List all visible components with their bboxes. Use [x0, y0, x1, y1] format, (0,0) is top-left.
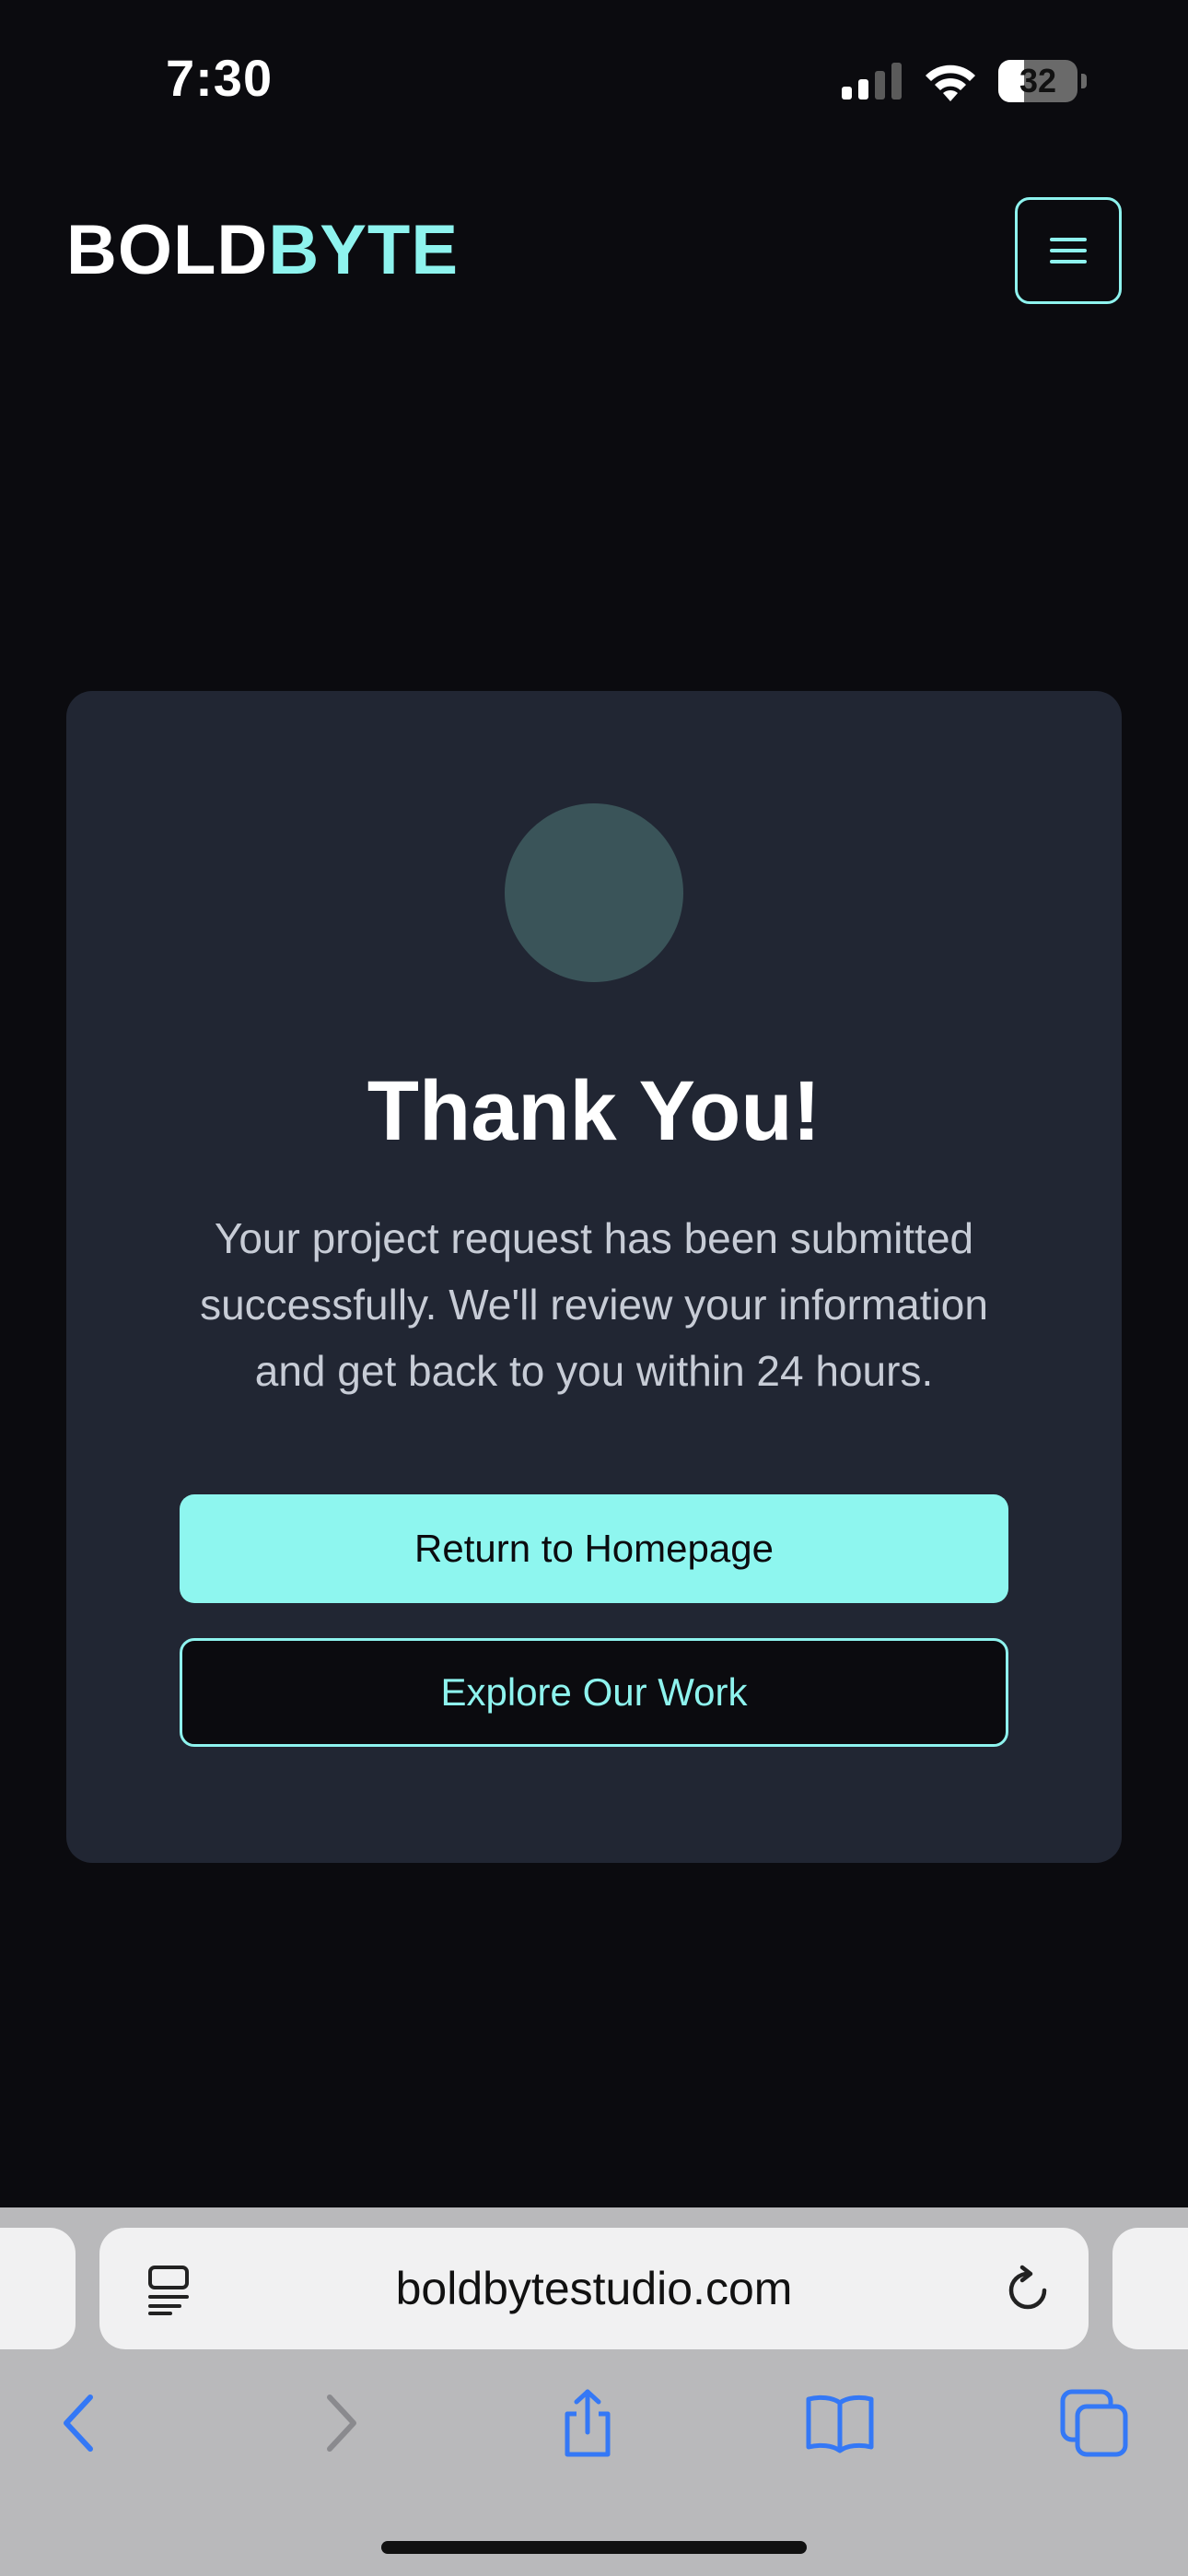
card-title: Thank You!: [367, 1064, 821, 1158]
home-indicator: [381, 2541, 807, 2554]
forward-icon[interactable]: [304, 2388, 374, 2458]
next-tab-peek[interactable]: [1112, 2228, 1188, 2349]
status-icons: 32: [842, 55, 1087, 107]
return-homepage-button[interactable]: Return to Homepage: [180, 1494, 1008, 1603]
explore-work-button[interactable]: Explore Our Work: [180, 1638, 1008, 1747]
wifi-icon: [926, 64, 975, 101]
menu-button[interactable]: [1015, 197, 1122, 304]
screen: 7:30 32 BOLDBYTE Thank You! Your project…: [0, 0, 1188, 2576]
cellular-signal-icon: [842, 63, 902, 100]
share-icon[interactable]: [553, 2388, 623, 2458]
battery-level: 32: [1019, 62, 1057, 100]
logo-byte: BYTE: [268, 211, 460, 289]
site-header: BOLDBYTE: [66, 195, 1122, 306]
address-bar[interactable]: boldbytestudio.com: [99, 2228, 1089, 2349]
bookmarks-icon[interactable]: [805, 2388, 875, 2458]
confirmation-card: Thank You! Your project request has been…: [66, 691, 1122, 1863]
back-icon[interactable]: [46, 2388, 116, 2458]
success-icon: [505, 803, 683, 982]
tabs-icon[interactable]: [1059, 2388, 1129, 2458]
hamburger-icon: [1050, 238, 1087, 263]
card-message: Your project request has been submitted …: [200, 1214, 988, 1395]
battery-icon: 32: [998, 60, 1077, 102]
reload-icon[interactable]: [1002, 2265, 1054, 2316]
url-text: boldbytestudio.com: [395, 2263, 793, 2314]
status-time: 7:30: [166, 49, 274, 107]
status-bar: 7:30 32: [0, 0, 1188, 157]
logo[interactable]: BOLDBYTE: [66, 216, 459, 286]
previous-tab-peek[interactable]: [0, 2228, 76, 2349]
battery-cap: [1081, 74, 1087, 88]
logo-bold: BOLD: [66, 211, 269, 289]
browser-bottom-bar: boldbytestudio.com: [0, 2207, 1188, 2576]
